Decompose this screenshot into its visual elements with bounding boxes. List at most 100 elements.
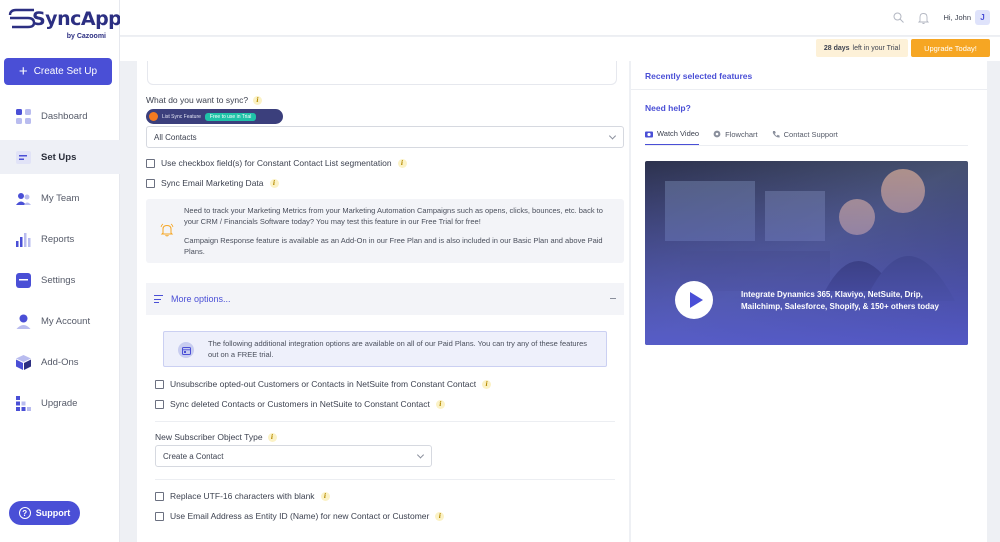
top-bar: Hi, John J (120, 0, 1000, 36)
subscriber-type-select[interactable]: Create a Contact (155, 445, 432, 467)
entity-id-checkbox[interactable] (155, 511, 164, 521)
play-icon (689, 292, 703, 308)
sidebar-item-my-team[interactable]: My Team (0, 181, 120, 215)
alarm-bell-icon (160, 223, 174, 237)
camera-icon (645, 131, 653, 137)
utf16-option[interactable]: Replace UTF-16 characters with blank i (155, 491, 330, 501)
info-icon[interactable]: i (267, 432, 277, 442)
trial-bar: 28 days left in your Trial Upgrade Today… (120, 37, 1000, 61)
tab-label: Watch Video (657, 129, 700, 138)
sidebar-item-dashboard[interactable]: Dashboard (0, 99, 120, 133)
campaign-response-promo: Need to track your Marketing Metrics fro… (146, 199, 624, 263)
sidebar-item-label: Set Ups (41, 151, 77, 163)
calendar-icon (178, 342, 194, 358)
sync-deleted-label: Sync deleted Contacts or Customers in Ne… (170, 399, 430, 409)
more-options-toggle[interactable]: More options... (146, 283, 624, 315)
dashboard-icon (16, 108, 31, 124)
create-setup-label: Create Set Up (33, 66, 98, 77)
section-divider (155, 421, 615, 422)
info-icon[interactable]: i (253, 95, 263, 105)
utf16-label: Replace UTF-16 characters with blank (170, 491, 315, 501)
help-tabs: Watch Video Flowchart Contact Support (645, 129, 838, 145)
sidebar-item-label: My Account (41, 315, 91, 327)
bell-icon[interactable] (918, 12, 930, 24)
tab-label: Contact Support (783, 129, 838, 139)
play-button[interactable] (675, 281, 713, 319)
tabs-underline (645, 145, 968, 146)
sync-type-value: All Contacts (154, 132, 197, 142)
sync-question-label: What do you want to sync? (146, 95, 249, 105)
sidebar-item-label: Add-Ons (41, 356, 79, 368)
tab-label: Flowchart (725, 129, 758, 139)
video-thumbnail[interactable]: Integrate Dynamics 365, Klaviyo, NetSuit… (645, 161, 968, 345)
paid-plans-text: The following additional integration opt… (208, 339, 587, 359)
sidebar-item-label: My Team (41, 192, 80, 204)
user-menu[interactable]: Hi, John J (943, 10, 990, 25)
sidebar-item-upgrade[interactable]: Upgrade (0, 386, 120, 420)
free-trial-tag: Free to use in Trial (204, 112, 257, 121)
segmentation-label: Use checkbox field(s) for Constant Conta… (161, 158, 392, 168)
flowchart-icon (713, 130, 721, 138)
top-right-controls: Hi, John J (893, 10, 990, 25)
info-icon[interactable]: i (397, 158, 407, 168)
tab-watch-video[interactable]: Watch Video (645, 129, 700, 145)
sidebar-item-label: Reports (41, 233, 75, 245)
panel-divider (631, 89, 987, 90)
brand-name: SyncApps (32, 8, 133, 30)
sidebar-item-reports[interactable]: Reports (0, 222, 120, 256)
help-circle-icon: ? (18, 507, 31, 519)
info-icon[interactable]: i (482, 379, 492, 389)
sidebar-item-my-account[interactable]: My Account (0, 304, 120, 338)
sidebar-item-label: Upgrade (41, 397, 78, 409)
previous-section-edge (147, 61, 617, 85)
create-setup-button[interactable]: + Create Set Up (4, 58, 112, 85)
video-caption: Integrate Dynamics 365, Klaviyo, NetSuit… (741, 290, 939, 311)
tab-contact-support[interactable]: Contact Support (772, 129, 838, 145)
search-icon[interactable] (893, 12, 905, 23)
support-label: Support (35, 508, 71, 518)
more-options-title: More options... (171, 294, 231, 304)
utf16-checkbox[interactable] (155, 491, 164, 501)
feature-pill: List Sync Feature Free to use in Trial (146, 109, 283, 124)
email-data-option[interactable]: Sync Email Marketing Data i (146, 178, 279, 188)
team-icon (16, 191, 31, 206)
need-help-title: Need help? (645, 103, 691, 113)
collapse-icon[interactable] (610, 298, 616, 299)
phone-icon (772, 131, 780, 138)
reports-icon (16, 232, 31, 247)
unsubscribe-option[interactable]: Unsubscribe opted-out Customers or Conta… (155, 379, 492, 389)
setup-form-card: What do you want to sync? i List Sync Fe… (137, 61, 629, 542)
sidebar-item-settings[interactable]: Settings (0, 263, 120, 297)
upgrade-today-button[interactable]: Upgrade Today! (911, 39, 990, 57)
addons-icon (16, 354, 31, 370)
syncapps-logo[interactable]: SyncApps by Cazoomi (8, 6, 133, 46)
section-divider (155, 479, 615, 480)
recent-features-title: Recently selected features (645, 71, 753, 81)
unsubscribe-checkbox[interactable] (155, 379, 164, 389)
sidebar-item-add-ons[interactable]: Add-Ons (0, 345, 120, 379)
sync-deleted-checkbox[interactable] (155, 399, 164, 409)
subscriber-type-label-row: New Subscriber Object Type i (155, 432, 277, 442)
sidebar-item-setups[interactable]: Set Ups (0, 140, 120, 174)
segmentation-option[interactable]: Use checkbox field(s) for Constant Conta… (146, 158, 407, 168)
info-icon[interactable]: i (269, 178, 279, 188)
info-icon[interactable]: i (320, 491, 330, 501)
sync-deleted-option[interactable]: Sync deleted Contacts or Customers in Ne… (155, 399, 445, 409)
email-data-checkbox[interactable] (146, 178, 155, 188)
promo-text-1: Need to track your Marketing Metrics fro… (184, 206, 603, 226)
entity-id-option[interactable]: Use Email Address as Entity ID (Name) fo… (155, 511, 445, 521)
support-button[interactable]: ? Support (9, 501, 80, 525)
unsubscribe-label: Unsubscribe opted-out Customers or Conta… (170, 379, 477, 389)
avatar: J (975, 10, 990, 25)
feature-name: List Sync Feature (162, 113, 201, 120)
segmentation-checkbox[interactable] (146, 158, 155, 168)
info-icon[interactable]: i (435, 399, 445, 409)
user-greeting: Hi, John (943, 13, 971, 22)
info-icon[interactable]: i (435, 511, 445, 521)
trial-days: 28 days (823, 44, 850, 52)
sync-type-select[interactable]: All Contacts (146, 126, 624, 148)
settings-icon (16, 272, 31, 288)
tab-flowchart[interactable]: Flowchart (713, 129, 758, 145)
upgrade-icon (16, 395, 31, 411)
paid-plans-notice: The following additional integration opt… (163, 331, 607, 367)
